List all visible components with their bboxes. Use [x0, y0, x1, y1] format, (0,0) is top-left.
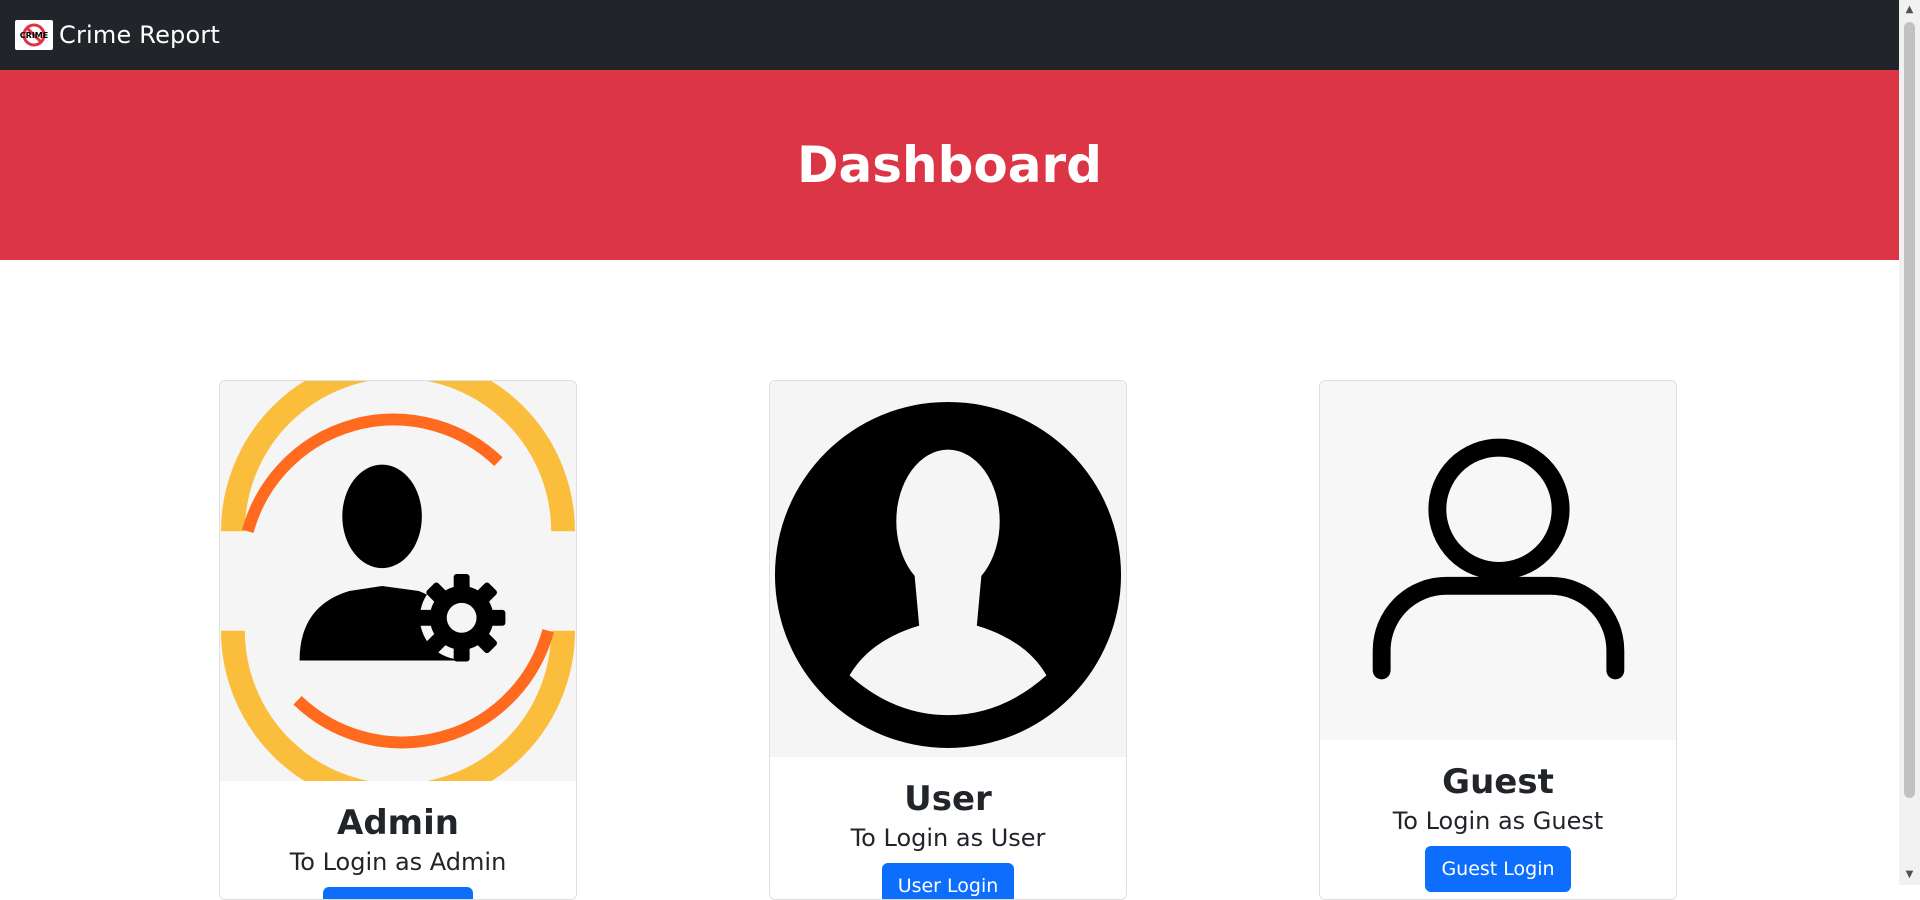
scroll-down-icon[interactable]: ▼	[1899, 865, 1920, 885]
vertical-scrollbar[interactable]: ▲ ▼	[1899, 0, 1920, 885]
card-title: Guest	[1442, 762, 1554, 802]
user-login-button[interactable]: User Login	[881, 862, 1015, 899]
brand-title: Crime Report	[59, 21, 221, 49]
guest-outline-icon	[1320, 381, 1676, 740]
card-text: To Login as Guest	[1392, 806, 1604, 835]
admin-gear-icon	[220, 381, 576, 781]
user-card-body: User To Login as User User Login	[770, 779, 1126, 899]
page-title: Dashboard	[797, 136, 1102, 194]
user-card: User To Login as User User Login	[769, 380, 1127, 900]
crime-logo-icon: CRIME	[15, 20, 53, 50]
card-text: To Login as User	[850, 823, 1046, 852]
card-text: To Login as Admin	[289, 847, 507, 876]
card-title: Admin	[337, 803, 459, 843]
navbar: CRIME Crime Report	[0, 0, 1899, 70]
admin-card-body: Admin To Login as Admin Admin Login	[220, 803, 576, 899]
navbar-brand[interactable]: CRIME Crime Report	[15, 20, 220, 50]
svg-text:CRIME: CRIME	[20, 31, 48, 40]
admin-login-button[interactable]: Admin Login	[323, 886, 473, 899]
guest-card-body: Guest To Login as Guest Guest Login	[1320, 762, 1676, 892]
card-title: User	[904, 779, 992, 819]
scroll-up-icon[interactable]: ▲	[1899, 0, 1920, 20]
page-header: Dashboard	[0, 70, 1899, 260]
guest-card: Guest To Login as Guest Guest Login	[1319, 380, 1677, 900]
scroll-thumb[interactable]	[1904, 22, 1915, 798]
admin-card: Admin To Login as Admin Admin Login	[219, 380, 577, 900]
user-silhouette-icon	[770, 381, 1126, 757]
